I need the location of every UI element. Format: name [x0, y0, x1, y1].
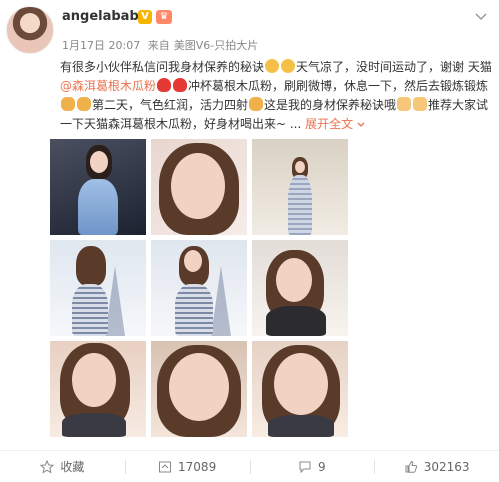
favorite-label: 收藏 — [60, 460, 85, 474]
muscle-emoji-icon — [249, 97, 264, 111]
photo-thumbnail[interactable] — [151, 240, 247, 336]
favorite-button[interactable]: 收藏 — [0, 451, 125, 482]
avatar[interactable] — [6, 6, 54, 54]
like-count: 302163 — [423, 459, 470, 474]
pray-emoji-icon — [281, 59, 296, 73]
username[interactable]: angelababy — [62, 9, 147, 24]
muscle-emoji-icon — [77, 97, 91, 111]
heart-emoji-icon — [157, 78, 172, 92]
post-text-part: 冲杯葛根木瓜粉，刷刷微博，休息一下，然后去锻炼锻炼 — [188, 79, 489, 93]
photo-thumbnail[interactable] — [50, 139, 146, 235]
post-source[interactable]: 美图V6-只拍大片 — [174, 39, 259, 52]
photo-thumbnail[interactable] — [252, 341, 348, 437]
mention-link[interactable]: @森洱葛根木瓜粉 — [60, 79, 156, 93]
post-text: 有很多小伙伴私信问我身材保养的秘诀 天气凉了，没时间运动了，谢谢 天猫 @森洱葛根木… — [60, 58, 493, 134]
comment-icon — [299, 461, 311, 473]
heart-emoji-icon — [173, 78, 188, 92]
muscle-emoji-icon — [61, 97, 75, 111]
like-button[interactable]: 302163 — [374, 451, 499, 482]
expand-text-link[interactable]: 展开全文 — [305, 117, 365, 131]
post-time[interactable]: 1月17日 20:07 — [62, 39, 140, 52]
member-badge-icon: ♛ — [156, 10, 172, 24]
repost-button[interactable]: 17089 — [124, 451, 250, 482]
source-prefix: 来自 — [147, 39, 170, 52]
weibo-post-card: angelababy V ♛ 1月17日 20:07 来自 美图V6-只拍大片 有… — [0, 0, 499, 482]
photo-grid — [50, 139, 348, 437]
post-text-part: 有很多小伙伴私信问我身材保养的秘诀 — [60, 60, 265, 74]
chevron-down-icon[interactable] — [474, 12, 488, 22]
thumbs-up-icon — [405, 460, 417, 473]
star-icon — [40, 459, 55, 474]
photo-thumbnail[interactable] — [50, 240, 146, 336]
post-text-part: 这是我的身材保养秘诀哦 — [264, 98, 397, 112]
post-text-part: 第二天，气色红润，活力四射 — [92, 98, 249, 112]
expand-label: 展开全文 — [305, 117, 354, 131]
photo-thumbnail[interactable] — [151, 139, 247, 235]
photo-thumbnail[interactable] — [252, 139, 348, 235]
repost-count: 17089 — [178, 459, 217, 474]
photo-thumbnail[interactable] — [151, 341, 247, 437]
chevron-down-icon — [357, 122, 365, 127]
comment-count: 9 — [318, 459, 326, 474]
post-text-part: 天气凉了，没时间运动了，谢谢 天猫 — [296, 60, 492, 74]
comment-button[interactable]: 9 — [249, 451, 375, 482]
repost-icon — [159, 461, 172, 472]
verified-badge-icon: V — [138, 10, 152, 24]
victory-emoji-icon — [413, 97, 428, 111]
photo-thumbnail[interactable] — [252, 240, 348, 336]
action-bar: 收藏 17089 9 302163 — [0, 451, 499, 482]
victory-emoji-icon — [397, 97, 412, 111]
photo-thumbnail[interactable] — [50, 341, 146, 437]
post-meta: 1月17日 20:07 来自 美图V6-只拍大片 — [62, 37, 262, 53]
pray-emoji-icon — [265, 59, 280, 73]
